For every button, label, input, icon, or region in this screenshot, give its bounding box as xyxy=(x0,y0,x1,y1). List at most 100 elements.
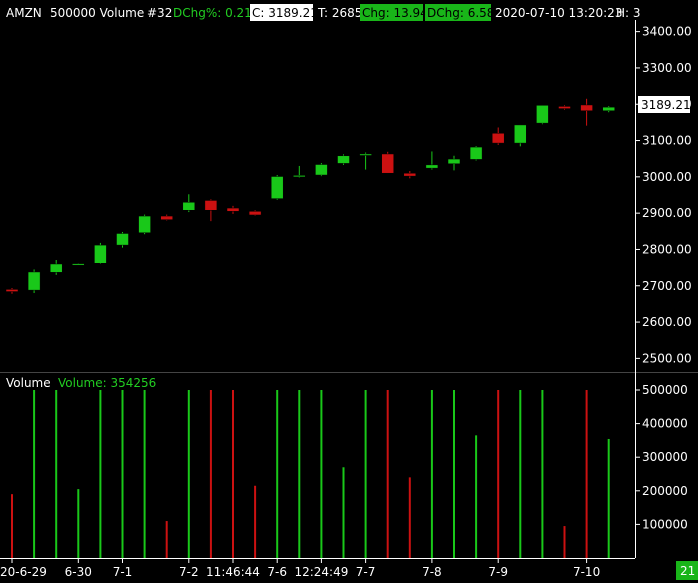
high-label: H: 3 xyxy=(616,6,641,20)
volume-tick-label: 500000 xyxy=(642,383,688,397)
volume-bar xyxy=(475,435,478,558)
dchg-label: DChg: 6.58 xyxy=(427,6,494,20)
ticks-label: T: 2685 xyxy=(317,6,362,20)
time-tick-label: 7-1 xyxy=(113,565,133,579)
time-tick-label: 20-6-29 xyxy=(0,565,47,579)
price-tick-label: 3400.00 xyxy=(642,25,692,39)
symbol-label: AMZN xyxy=(6,6,42,20)
candle-body xyxy=(5,289,19,292)
candle-body xyxy=(293,175,306,178)
volume-bar xyxy=(143,390,146,558)
volume-bar xyxy=(563,526,566,558)
candle-body xyxy=(425,164,439,169)
price-tick-label: 2600.00 xyxy=(642,315,692,329)
time-tick-label: 12:24:49 xyxy=(294,565,348,579)
volume-bar xyxy=(430,390,433,558)
time-tick-label: 7-7 xyxy=(356,565,376,579)
time-tick-label: 11:46:44 xyxy=(206,565,260,579)
volume-bar xyxy=(320,390,323,558)
candle-body xyxy=(226,207,240,212)
volume-badge: 21 xyxy=(680,564,695,578)
volume-tick-label: 100000 xyxy=(642,517,688,531)
chart-canvas: AMZN 500000 Volume #32 DChg%: 0.21 C: 31… xyxy=(0,4,698,580)
volume-title: Volume xyxy=(6,376,51,390)
price-tick-label: 2800.00 xyxy=(642,242,692,256)
volume-bar xyxy=(276,390,279,558)
candle-body xyxy=(403,172,417,177)
candle-body xyxy=(116,233,129,246)
datetime-label: 2020-07-10 13:20:23 xyxy=(495,6,622,20)
bar-number-label: #32 xyxy=(147,6,172,20)
candle-body xyxy=(204,200,218,211)
price-tick-label: 2900.00 xyxy=(642,206,692,220)
candle-body xyxy=(49,263,63,273)
candle-body xyxy=(580,104,593,112)
price-tick-label: 3300.00 xyxy=(642,61,692,75)
price-tick-label: 2500.00 xyxy=(642,351,692,365)
volume-bar xyxy=(298,390,301,558)
candlestick-series xyxy=(5,98,615,294)
candle-body xyxy=(27,271,41,291)
candle-body xyxy=(160,215,173,220)
candle-body xyxy=(337,155,350,164)
period-label: 500000 Volume xyxy=(50,6,144,20)
price-tick-label: 2700.00 xyxy=(642,279,692,293)
volume-bar xyxy=(408,477,411,558)
price-tick-label: 3000.00 xyxy=(642,170,692,184)
candle-body xyxy=(469,146,483,160)
volume-bar xyxy=(519,390,522,558)
close-label: C: 3189.21 xyxy=(252,6,318,20)
volume-bar xyxy=(11,494,13,558)
candle-body xyxy=(491,133,505,144)
volume-value: Volume: 354256 xyxy=(58,376,156,390)
time-axis: 20-6-29 6-30 7-1 7-2 11:46:44 7-6 12:24:49 7-7 7… xyxy=(0,558,635,579)
volume-bar xyxy=(453,390,455,558)
dchg-pct-label: DChg%: 0.21 xyxy=(173,6,252,20)
volume-bar xyxy=(254,485,257,558)
volume-bar xyxy=(607,438,610,558)
time-axis-labels: 20-6-29 6-30 7-1 7-2 11:46:44 7-6 12:24:49 7-7 7… xyxy=(0,558,600,579)
time-tick-label: 7-6 xyxy=(267,565,287,579)
volume-bar xyxy=(342,467,345,558)
candle-body xyxy=(514,124,527,144)
candle-body xyxy=(381,153,394,174)
volume-bar xyxy=(497,390,500,558)
candle-body xyxy=(138,215,151,234)
price-tick-label: 3100.00 xyxy=(642,134,692,148)
volume-bar xyxy=(187,390,190,558)
candle-body xyxy=(359,153,372,156)
quote-header: AMZN 500000 Volume #32 DChg%: 0.21 C: 31… xyxy=(6,4,641,21)
time-tick-label: 7-10 xyxy=(573,565,600,579)
volume-bar xyxy=(99,390,102,558)
candle-body xyxy=(447,158,461,165)
time-tick-label: 7-9 xyxy=(488,565,508,579)
volume-bar xyxy=(121,390,124,558)
volume-tick-label: 200000 xyxy=(642,484,688,498)
volume-bar xyxy=(33,390,36,558)
candle-body xyxy=(315,164,328,176)
candle-body xyxy=(536,105,549,124)
candle-body xyxy=(602,106,615,112)
volume-bar xyxy=(232,390,234,558)
volume-bar xyxy=(77,489,80,558)
time-tick-label: 6-30 xyxy=(65,565,92,579)
volume-panel: Volume Volume: 354256 500000 400000 300000… xyxy=(6,372,698,580)
volume-bar xyxy=(386,390,389,558)
candle-body xyxy=(248,211,262,216)
volume-bar xyxy=(55,390,58,558)
volume-bar xyxy=(165,521,168,558)
volume-bar xyxy=(585,390,588,558)
price-axis-ticks: 3400.003300.003200.003100.003000.002900.… xyxy=(636,25,692,365)
price-panel: 3400.003300.003200.003100.003000.002900.… xyxy=(5,20,692,372)
time-tick-label: 7-2 xyxy=(179,565,199,579)
volume-axis-ticks: 500000 400000 300000 200000 100000 xyxy=(636,383,688,531)
volume-series xyxy=(11,390,610,558)
volume-tick-label: 400000 xyxy=(642,417,688,431)
candle-body xyxy=(72,263,85,266)
volume-bar xyxy=(364,390,367,558)
last-price-tag: 3189.21 xyxy=(641,98,691,112)
volume-tick-label: 300000 xyxy=(642,450,688,464)
candle-body xyxy=(182,202,196,211)
candle-body xyxy=(270,176,284,199)
candle-body xyxy=(558,106,571,109)
